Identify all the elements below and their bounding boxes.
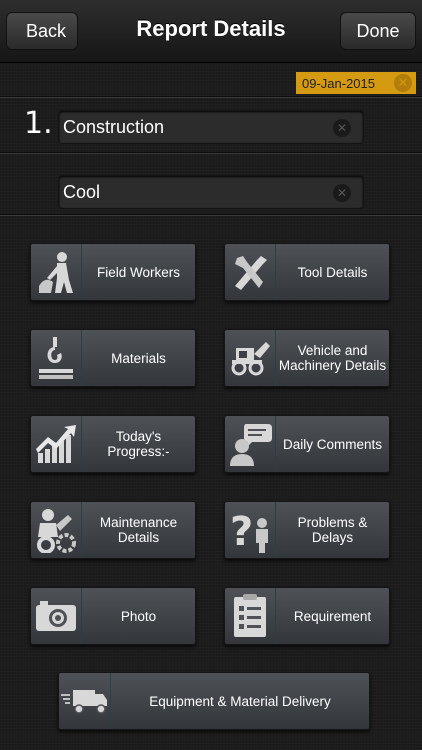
date-field[interactable]: 09-Jan-2015 ✕ <box>296 72 416 94</box>
materials-button[interactable]: Materials <box>30 329 196 387</box>
tile-label: Maintenance Details <box>99 515 178 545</box>
weather-value: Cool <box>63 181 101 202</box>
divider <box>0 214 422 216</box>
vehicle-machinery-button[interactable]: Vehicle and Machinery Details <box>224 329 390 387</box>
maintenance-details-button[interactable]: Maintenance Details <box>30 501 196 559</box>
photo-button[interactable]: Photo <box>30 587 196 645</box>
equipment-delivery-button[interactable]: Equipment & Material Delivery <box>58 672 370 730</box>
svg-text:?: ? <box>230 509 253 553</box>
tile-label: Tool Details <box>297 264 368 280</box>
tile-label: Vehicle and Machinery Details <box>278 343 387 373</box>
clear-icon[interactable]: ✕ <box>333 184 351 202</box>
tile-label: Field Workers <box>96 264 181 280</box>
clear-icon[interactable]: ✕ <box>333 119 351 137</box>
navigation-bar: Back Report Details Done <box>0 0 422 63</box>
divider <box>0 96 422 98</box>
camera-icon <box>31 588 82 644</box>
tile-label: Daily Comments <box>282 436 383 452</box>
close-icon[interactable]: ✕ <box>394 74 412 92</box>
step-number: 1. <box>24 106 53 141</box>
progress-chart-icon <box>31 416 82 472</box>
tools-icon <box>225 244 276 300</box>
tile-label: Problems & Delays <box>297 515 368 545</box>
crane-hook-icon <box>31 330 82 386</box>
project-name-field[interactable]: Construction ✕ <box>58 110 364 144</box>
question-icon: ? <box>225 502 276 558</box>
problems-delays-button[interactable]: ? Problems & Delays <box>224 501 390 559</box>
tractor-icon <box>225 330 276 386</box>
field-workers-button[interactable]: Field Workers <box>30 243 196 301</box>
checklist-icon <box>225 588 276 644</box>
todays-progress-button[interactable]: Today's Progress:- <box>30 415 196 473</box>
tile-label: Equipment & Material Delivery <box>149 693 331 709</box>
tile-label: Materials <box>111 350 166 366</box>
tile-label: Today's Progress:- <box>107 429 170 459</box>
project-name-value: Construction <box>63 116 165 137</box>
comment-icon <box>225 416 276 472</box>
maintenance-icon <box>31 502 82 558</box>
truck-icon <box>59 673 111 729</box>
date-value: 09-Jan-2015 <box>302 75 375 91</box>
done-button-label: Done <box>356 20 400 41</box>
tool-details-button[interactable]: Tool Details <box>224 243 390 301</box>
tile-label: Requirement <box>293 608 372 624</box>
divider <box>0 152 422 154</box>
weather-field[interactable]: Cool ✕ <box>58 175 364 209</box>
worker-icon <box>31 244 82 300</box>
requirement-button[interactable]: Requirement <box>224 587 390 645</box>
done-button[interactable]: Done <box>340 12 416 50</box>
daily-comments-button[interactable]: Daily Comments <box>224 415 390 473</box>
tile-label: Photo <box>120 608 157 624</box>
